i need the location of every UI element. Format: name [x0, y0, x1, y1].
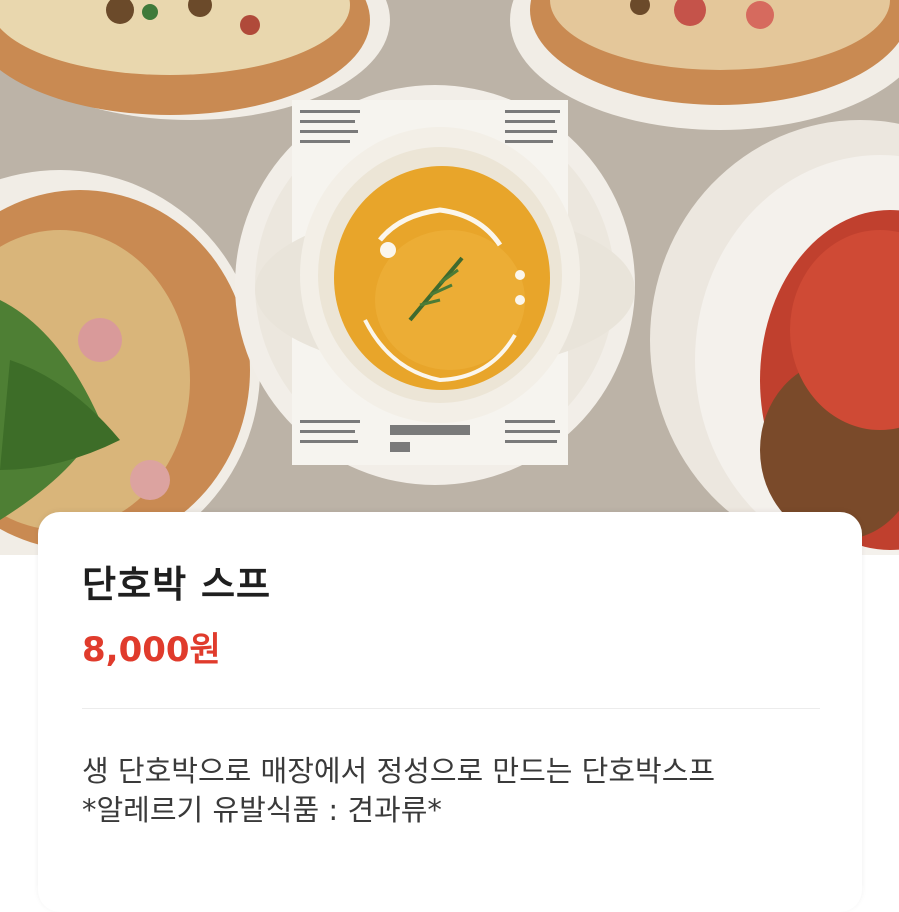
description-line: 생 단호박으로 매장에서 정성으로 만드는 단호박스프: [82, 754, 716, 788]
product-photo-illustration: [0, 0, 899, 555]
product-description: 생 단호박으로 매장에서 정성으로 만드는 단호박스프 *알레르기 유발식품 :…: [82, 752, 715, 831]
product-photo: [0, 0, 899, 555]
product-name: 단호박 스프: [82, 563, 272, 606]
product-info-card: 단호박 스프 8,000원 생 단호박으로 매장에서 정성으로 만드는 단호박스…: [38, 512, 862, 912]
divider: [82, 708, 820, 709]
allergen-notice: *알레르기 유발식품 : 견과류*: [82, 793, 442, 828]
product-price: 8,000원: [82, 630, 221, 670]
